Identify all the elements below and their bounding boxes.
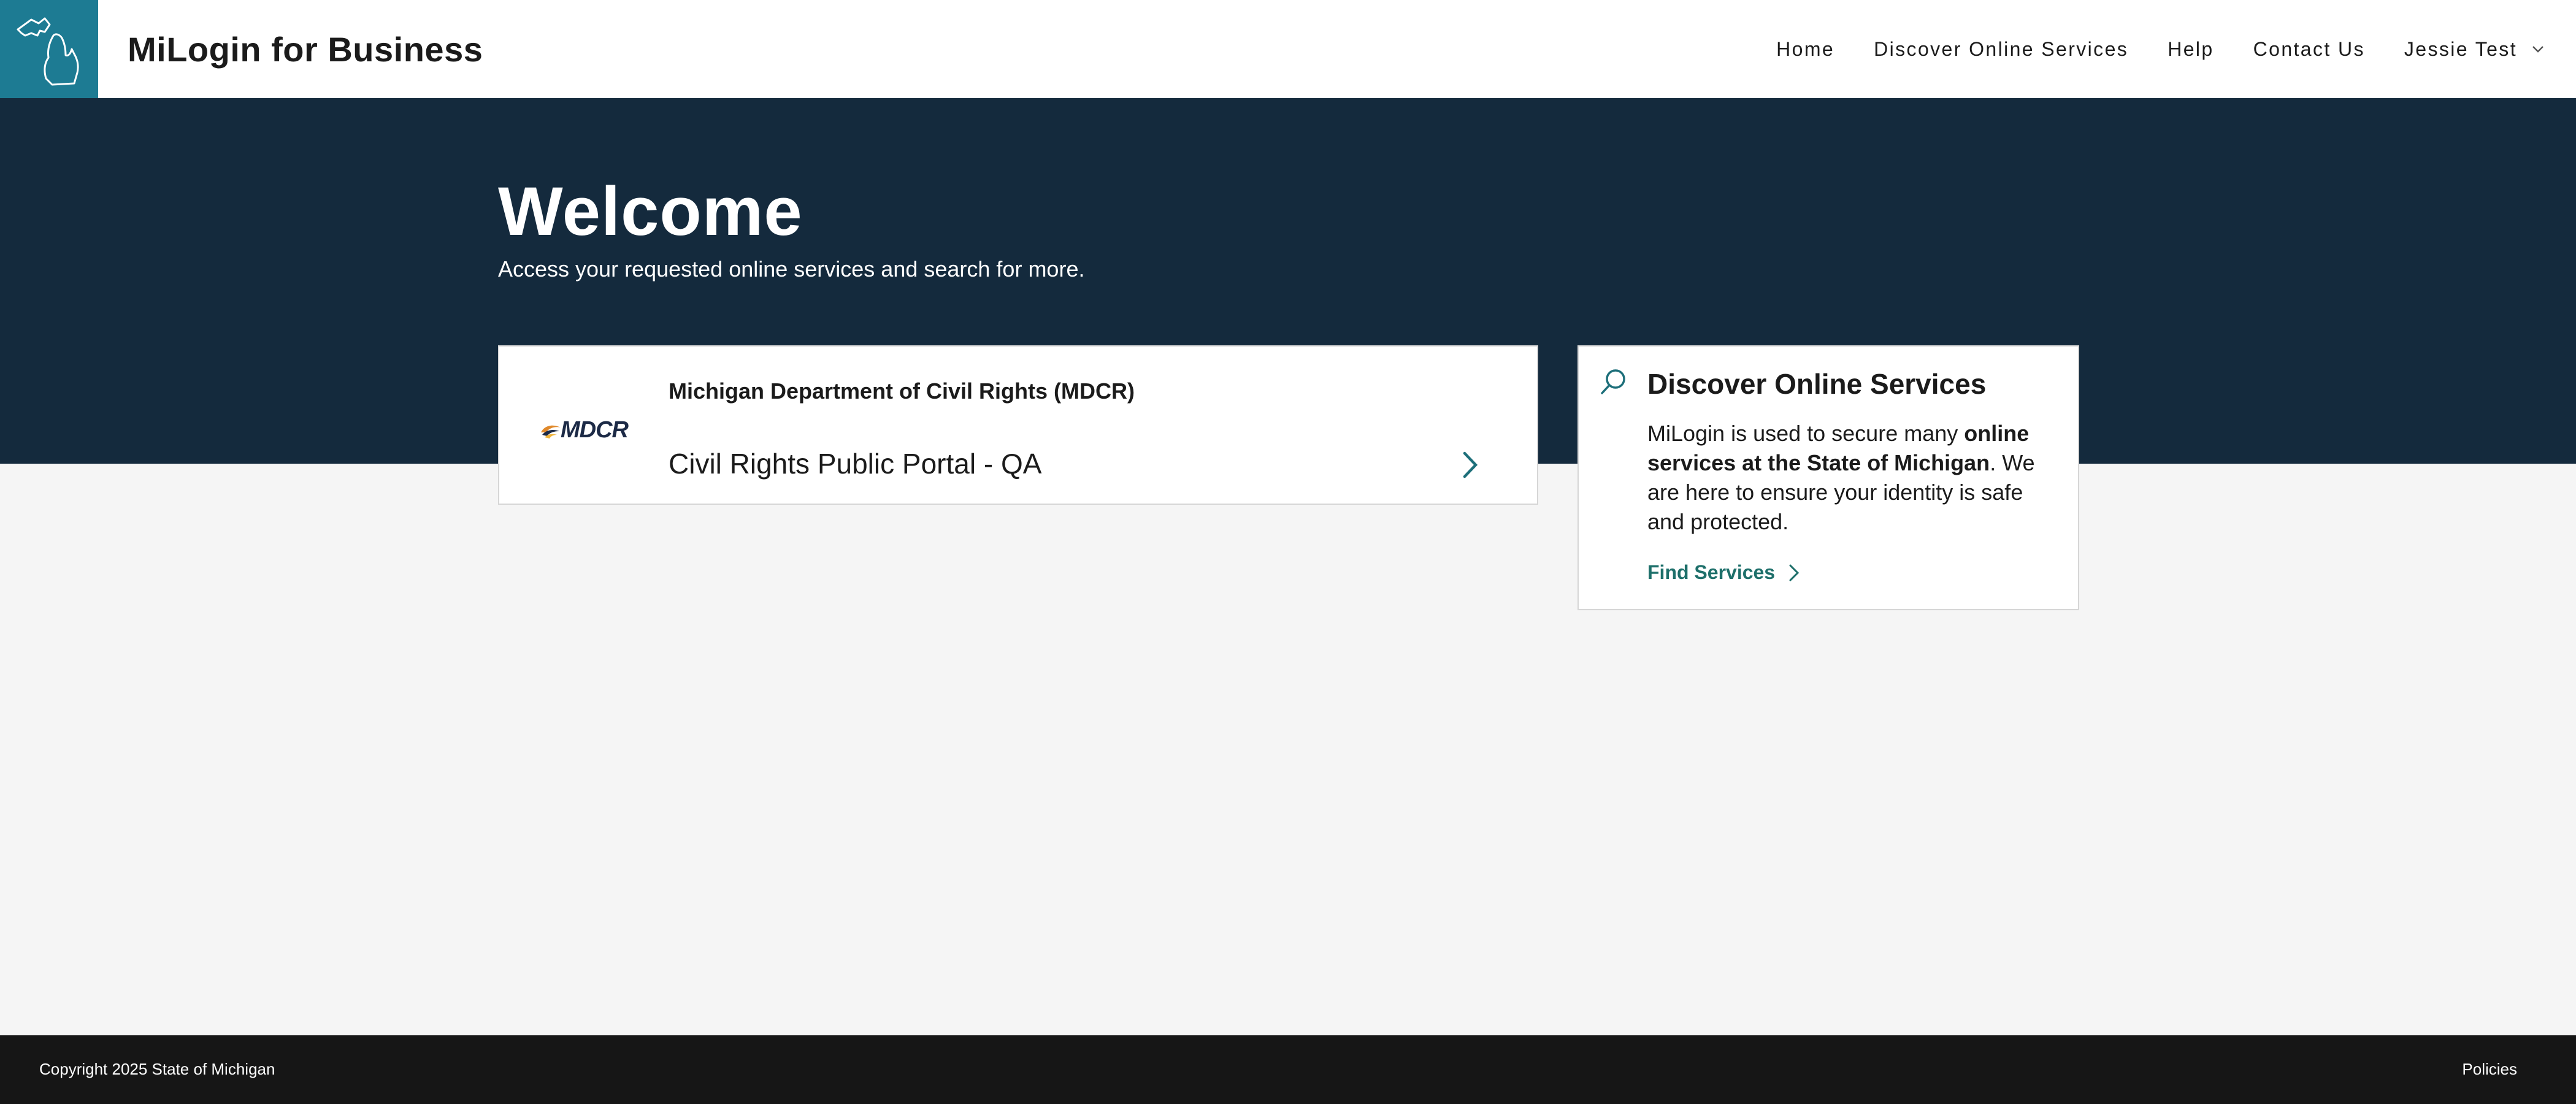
- chevron-down-icon: [2532, 46, 2543, 53]
- find-services-link[interactable]: Find Services: [1647, 561, 1800, 584]
- michigan-state-icon: [17, 17, 79, 86]
- logo-tile[interactable]: [0, 0, 98, 98]
- discover-card: Discover Online Services MiLogin is used…: [1577, 345, 2079, 610]
- user-menu[interactable]: Jessie Test: [2404, 38, 2544, 61]
- page-subtitle: Access your requested online services an…: [498, 256, 1085, 282]
- chevron-right-icon: [1789, 564, 1800, 581]
- service-name: Civil Rights Public Portal - QA: [669, 448, 1042, 480]
- top-nav: Home Discover Online Services Help Conta…: [1737, 0, 2544, 98]
- mdcr-logo-text: MDCR: [561, 417, 629, 443]
- nav-contact-us[interactable]: Contact Us: [2253, 38, 2365, 61]
- site-header: MiLogin for Business Home Discover Onlin…: [0, 0, 2576, 98]
- chevron-right-icon[interactable]: [1461, 450, 1479, 480]
- nav-home[interactable]: Home: [1776, 38, 1834, 61]
- service-card[interactable]: MDCR Michigan Department of Civil Rights…: [498, 345, 1538, 505]
- search-icon: [1601, 369, 1625, 394]
- user-name: Jessie Test: [2404, 37, 2517, 60]
- discover-title: Discover Online Services: [1647, 368, 1987, 400]
- mdcr-emblem-icon: [541, 425, 561, 439]
- page-title: Welcome: [498, 173, 803, 250]
- policies-link[interactable]: Policies: [2462, 1060, 2517, 1079]
- discover-description: MiLogin is used to secure many online se…: [1647, 419, 2052, 537]
- department-name: Michigan Department of Civil Rights (MDC…: [669, 378, 1135, 404]
- nav-discover-online-services[interactable]: Discover Online Services: [1874, 38, 2128, 61]
- site-footer: Copyright 2025 State of Michigan Policie…: [0, 1035, 2576, 1104]
- mdcr-logo: MDCR: [540, 417, 629, 443]
- find-services-label: Find Services: [1647, 561, 1776, 583]
- discover-body-pre: MiLogin is used to secure many: [1647, 421, 1965, 446]
- copyright-text: Copyright 2025 State of Michigan: [39, 1060, 275, 1078]
- nav-help[interactable]: Help: [2168, 38, 2214, 61]
- app-title[interactable]: MiLogin for Business: [128, 29, 483, 69]
